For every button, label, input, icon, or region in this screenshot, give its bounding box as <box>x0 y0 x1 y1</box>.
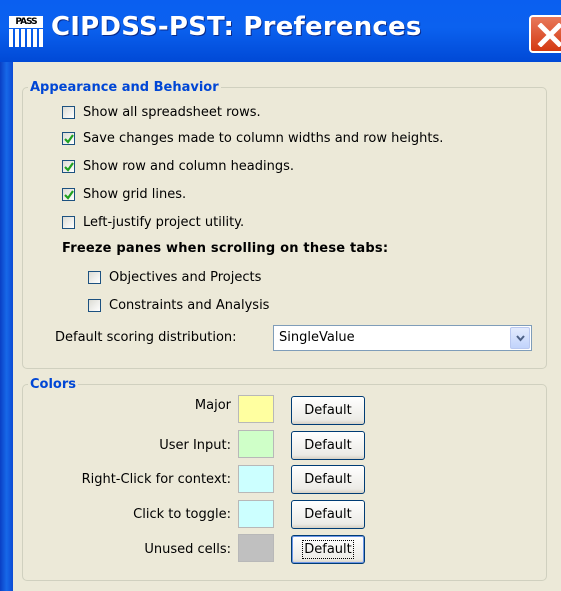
option-show-headings[interactable]: Show row and column headings. <box>62 155 294 177</box>
checkbox[interactable] <box>62 159 75 173</box>
freeze-objectives-projects[interactable]: Objectives and Projects <box>88 266 261 288</box>
window-frame-left <box>0 62 13 591</box>
checkbox[interactable] <box>62 215 75 229</box>
select-value: SingleValue <box>279 330 355 345</box>
option-label: Constraints and Analysis <box>109 297 270 313</box>
checkbox[interactable] <box>62 187 75 201</box>
option-label: Show row and column headings. <box>83 158 295 174</box>
color-swatch-major[interactable] <box>238 395 274 423</box>
color-label-user-input: User Input: <box>159 438 231 453</box>
default-button-major[interactable]: Default <box>291 396 365 425</box>
color-label-click-toggle: Click to toggle: <box>133 507 231 522</box>
color-label-unused-cells: Unused cells: <box>144 542 231 557</box>
option-label: Show all spreadsheet rows. <box>83 104 261 120</box>
default-button-right-click[interactable]: Default <box>291 465 365 494</box>
scoring-distribution-label: Default scoring distribution: <box>55 330 237 345</box>
chevron-down-icon <box>516 335 525 342</box>
checkbox[interactable] <box>88 298 101 312</box>
checkmark-icon <box>64 161 74 172</box>
title-bar: PASS CIPDSS-PST: Preferences <box>0 0 561 62</box>
checkbox[interactable] <box>62 105 75 119</box>
app-icon-text: PASS <box>9 16 43 28</box>
color-swatch-click-toggle[interactable] <box>238 500 274 528</box>
option-label: Objectives and Projects <box>109 269 262 285</box>
scoring-distribution-select[interactable]: SingleValue <box>273 325 532 351</box>
checkmark-icon <box>64 133 74 144</box>
option-show-grid-lines[interactable]: Show grid lines. <box>62 183 186 205</box>
option-label: Save changes made to column widths and r… <box>83 130 444 146</box>
appearance-legend: Appearance and Behavior <box>30 80 219 95</box>
color-swatch-unused-cells[interactable] <box>238 534 274 562</box>
option-label: Show grid lines. <box>83 186 187 202</box>
checkmark-icon <box>64 189 74 200</box>
checkbox[interactable] <box>62 131 75 145</box>
window-title: CIPDSS-PST: Preferences <box>51 12 422 42</box>
close-icon <box>537 23 561 47</box>
freeze-panes-heading: Freeze panes when scrolling on these tab… <box>62 241 389 256</box>
default-button-user-input[interactable]: Default <box>291 431 365 460</box>
color-swatch-right-click[interactable] <box>238 465 274 493</box>
color-label-right-click: Right-Click for context: <box>81 472 231 487</box>
color-label-major: Major <box>194 398 231 413</box>
option-save-column-widths[interactable]: Save changes made to column widths and r… <box>62 127 443 149</box>
default-button-click-toggle[interactable]: Default <box>291 500 365 529</box>
option-label: Left-justify project utility. <box>83 214 245 230</box>
default-button-unused-cells[interactable]: Default <box>291 535 365 564</box>
freeze-constraints-analysis[interactable]: Constraints and Analysis <box>88 294 269 316</box>
dropdown-button[interactable] <box>510 327 530 349</box>
checkbox[interactable] <box>88 270 101 284</box>
option-left-justify[interactable]: Left-justify project utility. <box>62 211 244 233</box>
colors-legend: Colors <box>30 377 77 392</box>
pass-app-icon[interactable]: PASS <box>7 16 45 48</box>
option-show-all-rows[interactable]: Show all spreadsheet rows. <box>62 101 261 123</box>
close-button[interactable] <box>529 15 561 53</box>
color-swatch-user-input[interactable] <box>238 430 274 458</box>
